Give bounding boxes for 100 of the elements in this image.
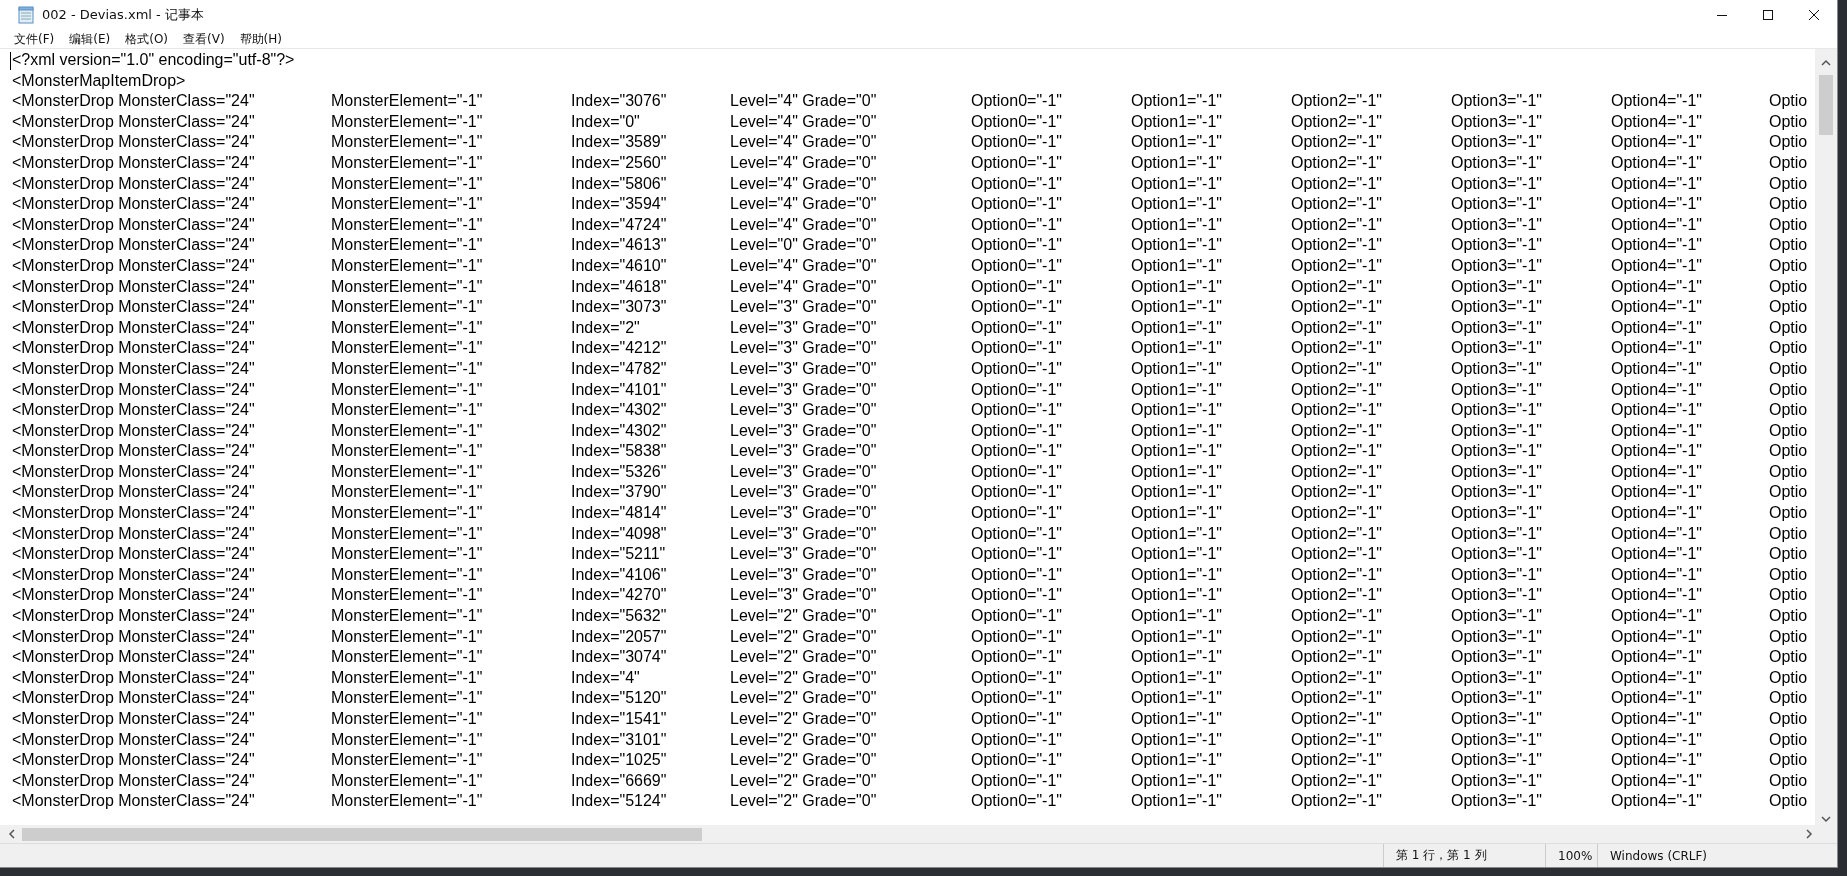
code-text: <MonsterDrop MonsterClass="24" xyxy=(12,358,256,379)
code-text: Option1="-1" xyxy=(1131,91,1223,112)
code-text: Level="2" Grade="0" xyxy=(730,770,878,791)
code-text: <MonsterDrop MonsterClass="24" xyxy=(12,461,256,482)
code-text: Option0="-1" xyxy=(971,420,1063,441)
code-text: Option2="-1" xyxy=(1291,523,1383,544)
scroll-right-icon[interactable] xyxy=(1805,829,1813,839)
code-text: Option2="-1" xyxy=(1291,338,1383,359)
code-text: Level="2" Grade="0" xyxy=(730,791,878,812)
code-text: <MonsterDrop MonsterClass="24" xyxy=(12,91,256,112)
code-text: MonsterElement="-1" xyxy=(331,214,484,235)
code-text: Option0="-1" xyxy=(971,606,1063,627)
code-text: Optio xyxy=(1769,482,1808,503)
code-text: Option2="-1" xyxy=(1291,111,1383,132)
menu-item[interactable]: 格式(O) xyxy=(119,30,178,48)
code-text: Level="4" Grade="0" xyxy=(730,91,878,112)
code-text: Option3="-1" xyxy=(1451,152,1543,173)
code-text: Level="4" Grade="0" xyxy=(730,173,878,194)
code-text: Index="4098" xyxy=(571,523,668,544)
code-text: Option2="-1" xyxy=(1291,132,1383,153)
code-text: Optio xyxy=(1769,379,1808,400)
code-text: Option1="-1" xyxy=(1131,338,1223,359)
code-text: Index="0" xyxy=(571,111,641,132)
code-text: MonsterElement="-1" xyxy=(331,564,484,585)
scrollbar-thumb[interactable] xyxy=(1819,75,1833,135)
code-text: Option0="-1" xyxy=(971,647,1063,668)
code-text: Optio xyxy=(1769,276,1808,297)
code-text: Option4="-1" xyxy=(1611,400,1703,421)
code-text: Optio xyxy=(1769,461,1808,482)
code-text: Option0="-1" xyxy=(971,379,1063,400)
menu-item[interactable]: 查看(V) xyxy=(177,30,234,48)
code-text: <MonsterDrop MonsterClass="24" xyxy=(12,194,256,215)
code-text: Option3="-1" xyxy=(1451,379,1543,400)
code-text: Option3="-1" xyxy=(1451,276,1543,297)
menu-item[interactable]: 文件(F) xyxy=(8,30,64,48)
code-text: MonsterElement="-1" xyxy=(331,523,484,544)
code-text: Option1="-1" xyxy=(1131,214,1223,235)
menu-item[interactable]: 帮助(H) xyxy=(233,30,291,48)
code-text: Index="1025" xyxy=(571,750,668,771)
code-text: Option1="-1" xyxy=(1131,564,1223,585)
code-text: Option4="-1" xyxy=(1611,626,1703,647)
code-text: Option2="-1" xyxy=(1291,482,1383,503)
code-text: Option2="-1" xyxy=(1291,564,1383,585)
code-text: Option3="-1" xyxy=(1451,482,1543,503)
code-text: Option1="-1" xyxy=(1131,750,1223,771)
scroll-up-icon[interactable] xyxy=(1821,59,1831,67)
code-text: Option1="-1" xyxy=(1131,255,1223,276)
code-text: Option3="-1" xyxy=(1451,255,1543,276)
code-text: Option1="-1" xyxy=(1131,461,1223,482)
code-text: Index="4782" xyxy=(571,358,668,379)
code-text: Option2="-1" xyxy=(1291,441,1383,462)
scrollbar-thumb[interactable] xyxy=(22,827,702,841)
code-text: Index="4724" xyxy=(571,214,668,235)
code-text: Option3="-1" xyxy=(1451,400,1543,421)
code-text: <MonsterDrop MonsterClass="24" xyxy=(12,400,256,421)
menu-item[interactable]: 编辑(E) xyxy=(63,30,120,48)
code-text: MonsterElement="-1" xyxy=(331,255,484,276)
code-text: Option1="-1" xyxy=(1131,585,1223,606)
code-text: Index="5211" xyxy=(571,544,667,565)
code-text: Level="3" Grade="0" xyxy=(730,297,878,318)
code-text: Option3="-1" xyxy=(1451,688,1543,709)
code-text: Option3="-1" xyxy=(1451,111,1543,132)
code-text: Option0="-1" xyxy=(971,297,1063,318)
code-text: Level="2" Grade="0" xyxy=(730,688,878,709)
code-text: Level="2" Grade="0" xyxy=(730,606,878,627)
code-text: MonsterElement="-1" xyxy=(331,667,484,688)
code-text: Index="3594" xyxy=(571,194,668,215)
code-text: Optio xyxy=(1769,173,1808,194)
scroll-down-icon[interactable] xyxy=(1821,815,1831,823)
code-text: <MonsterDrop MonsterClass="24" xyxy=(12,173,256,194)
code-text: MonsterElement="-1" xyxy=(331,585,484,606)
code-text: Option4="-1" xyxy=(1611,606,1703,627)
code-text: Option4="-1" xyxy=(1611,255,1703,276)
code-text: Option2="-1" xyxy=(1291,420,1383,441)
code-text: Option2="-1" xyxy=(1291,750,1383,771)
vertical-scrollbar[interactable] xyxy=(1815,49,1837,825)
code-text: Option3="-1" xyxy=(1451,750,1543,771)
code-text: Index="3790" xyxy=(571,482,668,503)
code-text: MonsterElement="-1" xyxy=(331,91,484,112)
code-text: Option4="-1" xyxy=(1611,523,1703,544)
code-text: Level="3" Grade="0" xyxy=(730,564,878,585)
code-text: Level="2" Grade="0" xyxy=(730,729,878,750)
code-text: Option1="-1" xyxy=(1131,729,1223,750)
code-text: <MonsterDrop MonsterClass="24" xyxy=(12,132,256,153)
code-text: Optio xyxy=(1769,441,1808,462)
code-text: Level="3" Grade="0" xyxy=(730,441,878,462)
close-icon[interactable] xyxy=(1808,9,1820,21)
text-cursor xyxy=(10,52,11,70)
zoom-level-text: 100% xyxy=(1545,844,1597,867)
code-text: MonsterElement="-1" xyxy=(331,379,484,400)
code-text: Option3="-1" xyxy=(1451,791,1543,812)
code-text: Index="3589" xyxy=(571,132,668,153)
maximize-icon[interactable] xyxy=(1762,9,1774,21)
code-text: Optio xyxy=(1769,317,1808,338)
scroll-left-icon[interactable] xyxy=(8,829,16,839)
code-text: Index="4101" xyxy=(571,379,668,400)
code-text: MonsterElement="-1" xyxy=(331,317,484,338)
horizontal-scrollbar[interactable] xyxy=(0,825,1815,843)
code-text: Optio xyxy=(1769,255,1808,276)
code-text: MonsterElement="-1" xyxy=(331,791,484,812)
